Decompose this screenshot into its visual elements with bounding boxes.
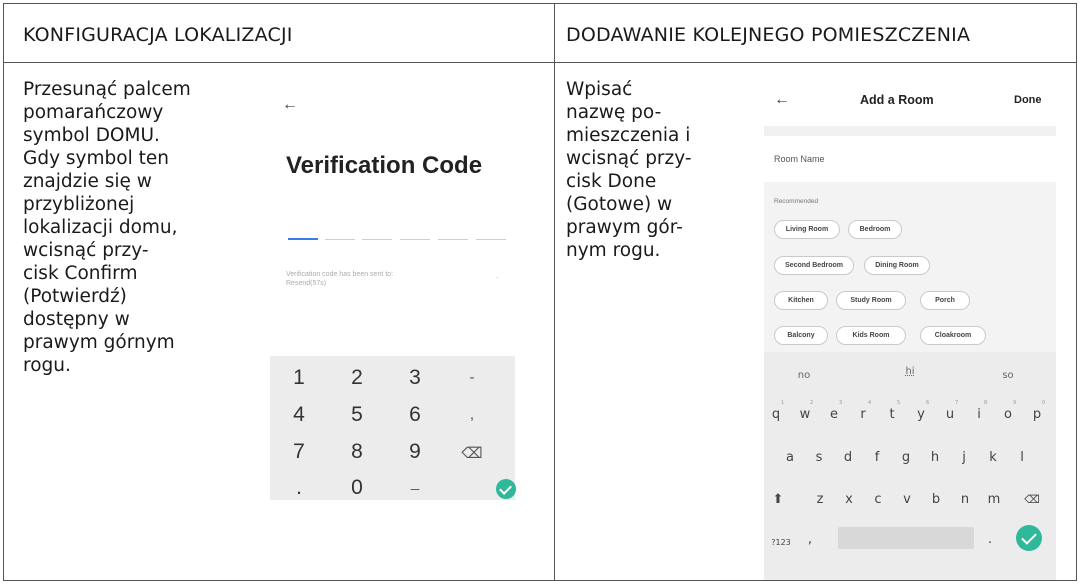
chip-kitchen[interactable]: Kitchen xyxy=(774,291,828,310)
symbols-key[interactable]: ?123 xyxy=(766,538,796,547)
key-i[interactable]: i xyxy=(967,407,991,422)
key-m[interactable]: m xyxy=(982,492,1006,507)
chip-kids-room[interactable]: Kids Room xyxy=(836,326,906,345)
key-d[interactable]: d xyxy=(836,450,860,465)
top-bar: ← Add a Room Done xyxy=(764,80,1056,126)
chip-balcony[interactable]: Balcony xyxy=(774,326,828,345)
chip-porch[interactable]: Porch xyxy=(920,291,970,310)
key-minus[interactable]: - xyxy=(447,369,497,386)
verification-note: Verification code has been sent to: Rese… xyxy=(286,271,394,287)
recommended-label: Recommended xyxy=(774,198,819,205)
code-digit-field[interactable] xyxy=(325,239,355,240)
verification-title: Verification Code xyxy=(286,152,483,179)
back-arrow-icon[interactable]: ← xyxy=(774,91,790,109)
code-digit-field[interactable] xyxy=(400,239,430,240)
key-s[interactable]: s xyxy=(807,450,831,465)
key-l[interactable]: l xyxy=(1010,450,1034,465)
key-v[interactable]: v xyxy=(895,492,919,507)
enter-check-icon[interactable] xyxy=(1016,525,1042,551)
key-o[interactable]: o xyxy=(996,407,1020,422)
key-a[interactable]: a xyxy=(778,450,802,465)
header-divider xyxy=(4,62,1076,63)
key-u[interactable]: u xyxy=(938,407,962,422)
key-z[interactable]: z xyxy=(808,492,832,507)
key-2[interactable]: 2 xyxy=(332,366,382,390)
confirm-check-icon[interactable] xyxy=(496,479,516,499)
left-instructions: Przesunąć palcem pomarańczowy symbol DOM… xyxy=(23,79,191,376)
qwerty-keyboard: no hi so 1 2 3 4 5 6 7 8 9 0 q w e r t y… xyxy=(764,352,1056,580)
key-4[interactable]: 4 xyxy=(274,403,324,427)
add-room-title: Add a Room xyxy=(860,93,934,107)
key-hint: 2 xyxy=(810,400,814,406)
key-y[interactable]: y xyxy=(909,407,933,422)
key-period[interactable]: . xyxy=(274,476,324,500)
key-hint: 0 xyxy=(1042,400,1046,406)
key-1[interactable]: 1 xyxy=(274,366,324,390)
done-button[interactable]: Done xyxy=(1014,94,1042,106)
comma-key[interactable]: , xyxy=(798,532,822,547)
key-hint: 9 xyxy=(1013,400,1017,406)
key-e[interactable]: e xyxy=(822,407,846,422)
key-7[interactable]: 7 xyxy=(274,440,324,464)
chip-study-room[interactable]: Study Room xyxy=(836,291,906,310)
key-b[interactable]: b xyxy=(924,492,948,507)
note-dash: - xyxy=(496,275,499,282)
space-bar[interactable] xyxy=(838,527,974,549)
chip-bedroom[interactable]: Bedroom xyxy=(848,220,902,239)
chip-living-room[interactable]: Living Room xyxy=(774,220,840,239)
key-hint: 3 xyxy=(839,400,843,406)
key-hint: 4 xyxy=(868,400,872,406)
chip-dining-room[interactable]: Dining Room xyxy=(864,256,930,275)
period-key[interactable]: . xyxy=(978,532,1002,547)
code-digit-field[interactable] xyxy=(288,238,318,240)
key-hint: 1 xyxy=(781,400,785,406)
key-underscore[interactable]: _ xyxy=(390,474,440,491)
shift-icon[interactable]: ⬆ xyxy=(766,492,790,507)
right-column-header: DODAWANIE KOLEJNEGO POMIESZCZENIA xyxy=(566,24,971,46)
right-instructions: Wpisać nazwę po- mieszczenia i wcisnąć p… xyxy=(566,79,692,261)
code-digit-field[interactable] xyxy=(362,239,392,240)
numeric-keypad: 1 2 3 - 4 5 6 , 7 8 9 ⌫ . 0 _ xyxy=(270,356,516,500)
key-6[interactable]: 6 xyxy=(390,403,440,427)
key-c[interactable]: c xyxy=(866,492,890,507)
key-9[interactable]: 9 xyxy=(390,440,440,464)
key-j[interactable]: j xyxy=(952,450,976,465)
key-r[interactable]: r xyxy=(851,407,875,422)
key-g[interactable]: g xyxy=(894,450,918,465)
chip-second-bedroom[interactable]: Second Bedroom xyxy=(774,256,854,275)
key-h[interactable]: h xyxy=(923,450,947,465)
key-hint: 8 xyxy=(984,400,988,406)
backspace-icon[interactable]: ⌫ xyxy=(447,444,497,462)
key-k[interactable]: k xyxy=(981,450,1005,465)
suggestion-hi[interactable]: hi xyxy=(880,366,940,377)
key-0[interactable]: 0 xyxy=(332,476,382,500)
key-w[interactable]: w xyxy=(793,407,817,422)
key-n[interactable]: n xyxy=(953,492,977,507)
key-hint: 5 xyxy=(897,400,901,406)
key-5[interactable]: 5 xyxy=(332,403,382,427)
separator-strip xyxy=(764,126,1056,136)
key-hint: 7 xyxy=(955,400,959,406)
suggestion-no[interactable]: no xyxy=(774,370,834,381)
key-3[interactable]: 3 xyxy=(390,366,440,390)
chip-cloakroom[interactable]: Cloakroom xyxy=(920,326,986,345)
left-column-header: KONFIGURACJA LOKALIZACJI xyxy=(23,24,293,46)
key-8[interactable]: 8 xyxy=(332,440,382,464)
key-t[interactable]: t xyxy=(880,407,904,422)
code-digit-field[interactable] xyxy=(438,239,468,240)
key-hint: 6 xyxy=(926,400,930,406)
code-digit-field[interactable] xyxy=(476,239,506,240)
back-arrow-icon[interactable]: ← xyxy=(282,96,298,114)
key-comma[interactable]: , xyxy=(447,406,497,423)
room-name-field[interactable]: Room Name xyxy=(774,154,825,164)
key-f[interactable]: f xyxy=(865,450,889,465)
delete-icon[interactable]: ⌫ xyxy=(1020,493,1044,506)
key-x[interactable]: x xyxy=(837,492,861,507)
verification-screenshot: ← Verification Code Verification code ha… xyxy=(270,80,516,500)
column-divider xyxy=(554,4,555,580)
suggestion-so[interactable]: so xyxy=(978,370,1038,381)
key-q[interactable]: q xyxy=(764,407,788,422)
key-p[interactable]: p xyxy=(1025,407,1049,422)
